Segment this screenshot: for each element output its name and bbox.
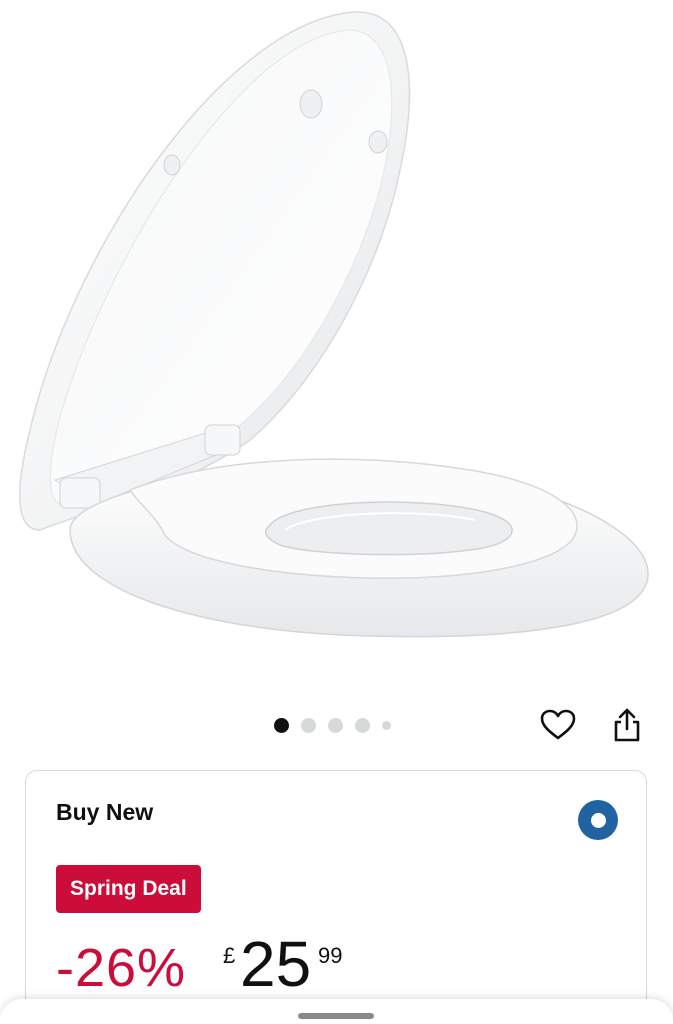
image-carousel-dots[interactable] (274, 717, 391, 733)
bottom-sheet[interactable] (0, 999, 673, 1024)
discount-percentage: -26% (56, 938, 187, 998)
deal-badge: Spring Deal (56, 865, 201, 913)
carousel-dot-1[interactable] (274, 717, 289, 733)
sheet-drag-handle[interactable] (298, 1013, 374, 1019)
carousel-dot-2[interactable] (301, 717, 316, 733)
carousel-dot-3[interactable] (328, 717, 343, 733)
price-whole: 25 (240, 928, 312, 1000)
buy-new-offer-card[interactable]: Buy New Spring Deal -26% £ 25 99 (25, 770, 647, 1024)
radio-selected-indicator (590, 812, 606, 828)
product-page: Buy New Spring Deal -26% £ 25 99 (0, 0, 673, 1024)
buy-new-title: Buy New (56, 799, 154, 825)
price-fraction: 99 (318, 943, 343, 968)
share-icon[interactable] (607, 705, 647, 745)
carousel-dot-4[interactable] (355, 717, 370, 733)
price-currency-symbol: £ (223, 943, 236, 968)
offer-radio-button[interactable] (578, 800, 618, 840)
heart-icon[interactable] (538, 705, 578, 745)
carousel-dot-5[interactable] (382, 720, 391, 730)
product-image[interactable] (0, 0, 673, 680)
